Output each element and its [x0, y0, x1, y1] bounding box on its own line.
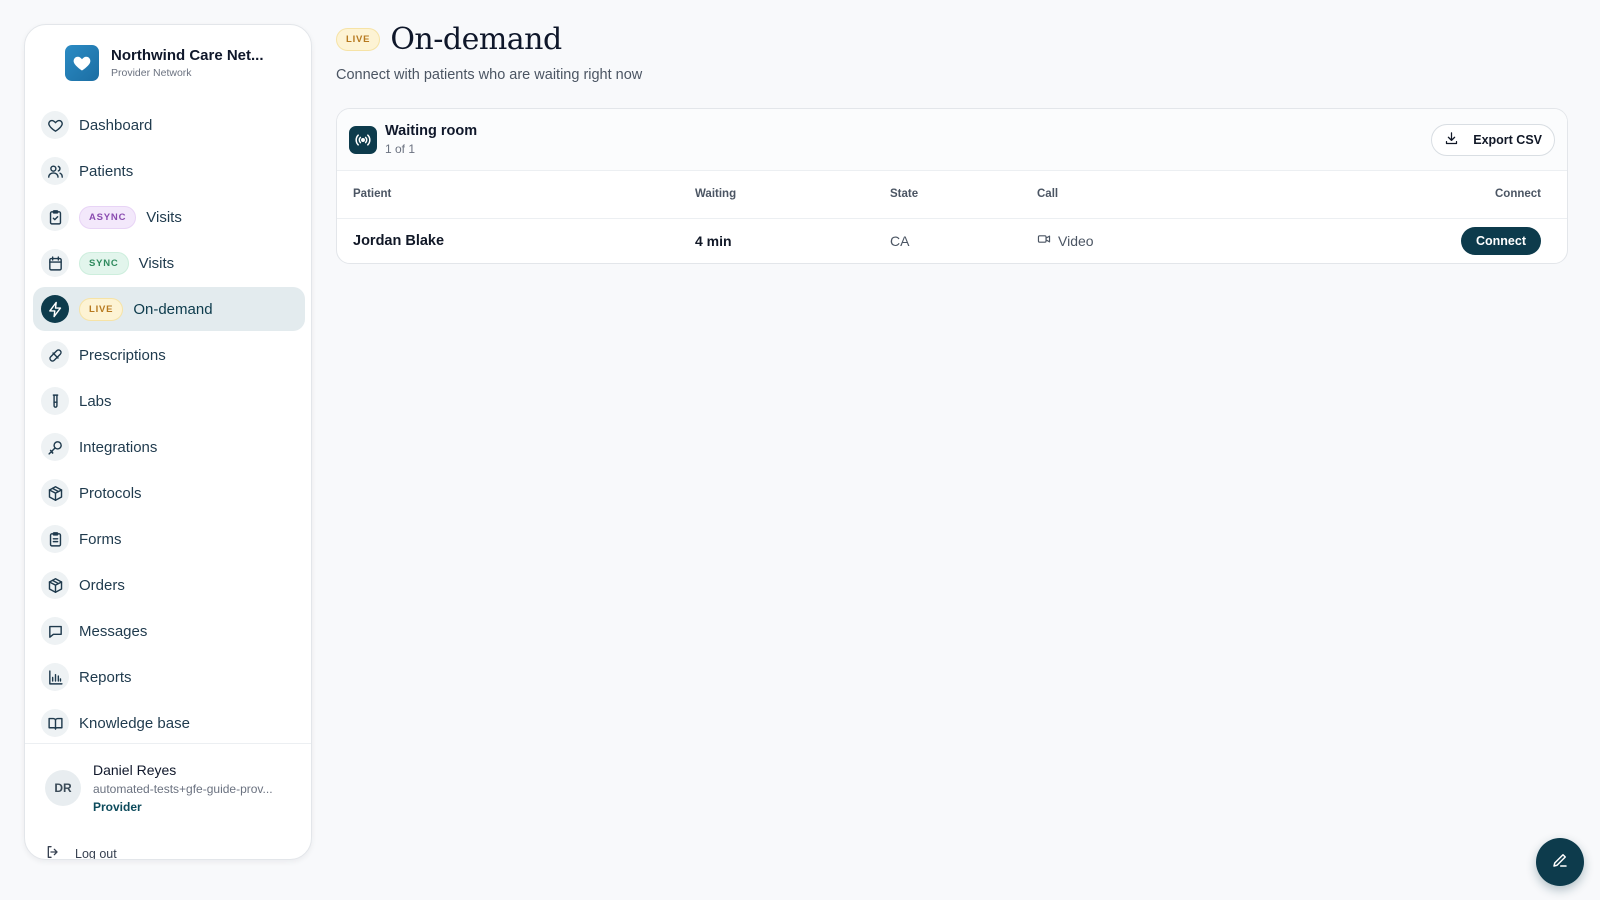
compose-fab-button[interactable] [1536, 838, 1584, 886]
pencil-icon [1551, 851, 1569, 874]
sidebar-item-label: Integrations [79, 438, 158, 456]
message-icon [41, 617, 69, 645]
brand-subtitle: Provider Network [111, 67, 192, 79]
brand-name: Northwind Care Net... [111, 47, 264, 64]
column-header-connect: Connect [1221, 171, 1567, 219]
export-csv-button[interactable]: Export CSV [1431, 124, 1555, 156]
call-type-label: Video [1058, 232, 1094, 249]
key-icon [41, 433, 69, 461]
column-header-call[interactable]: Call [1037, 171, 1222, 219]
waiting-room-header: Waiting room 1 of 1 Export CSV [337, 109, 1567, 171]
sidebar-item-async-visits[interactable]: ASYNC Visits [33, 195, 305, 239]
calendar-icon [41, 249, 69, 277]
package-icon [41, 479, 69, 507]
sidebar-item-integrations[interactable]: Integrations [33, 425, 305, 469]
sidebar-item-knowledge-base[interactable]: Knowledge base [33, 701, 305, 743]
sidebar-nav: Dashboard Patients ASYNC Visits SYNC Vis… [33, 103, 305, 743]
live-badge: LIVE [336, 28, 381, 51]
waiting-room-card: Waiting room 1 of 1 Export CSV Patient W… [336, 108, 1568, 264]
connect-button[interactable]: Connect [1461, 226, 1541, 255]
package-icon [41, 571, 69, 599]
sidebar: Northwind Care Net... Provider Network D… [24, 24, 312, 860]
page-title: On-demand [390, 22, 562, 57]
user-name: Daniel Reyes [93, 762, 177, 778]
sidebar-item-sync-visits[interactable]: SYNC Visits [33, 241, 305, 285]
sidebar-item-label: Orders [79, 576, 125, 594]
users-icon [41, 157, 69, 185]
test-tube-icon [41, 387, 69, 415]
sidebar-item-label: Messages [79, 622, 148, 640]
column-header-waiting[interactable]: Waiting [695, 171, 890, 219]
sidebar-item-label: Labs [79, 392, 112, 410]
waiting-room-count: 1 of 1 [385, 142, 416, 156]
logout-icon [45, 844, 61, 859]
sidebar-item-label: Reports [79, 668, 132, 686]
logout-label: Log out [75, 846, 117, 860]
column-header-patient[interactable]: Patient [337, 171, 695, 219]
sidebar-item-label: Prescriptions [79, 346, 166, 364]
sidebar-item-label: Visits [146, 208, 182, 226]
clipboard-check-icon [41, 203, 69, 231]
sidebar-item-reports[interactable]: Reports [33, 655, 305, 699]
export-csv-label: Export CSV [1473, 133, 1542, 147]
heart-icon [41, 111, 69, 139]
sidebar-item-patients[interactable]: Patients [33, 149, 305, 193]
patient-name: Jordan Blake [353, 232, 445, 249]
waiting-room-title: Waiting room [385, 123, 478, 139]
async-badge: ASYNC [79, 205, 137, 229]
brand[interactable]: Northwind Care Net... Provider Network [65, 45, 305, 81]
column-header-state[interactable]: State [890, 171, 1037, 219]
live-badge: LIVE [79, 297, 124, 321]
waiting-room-table: Patient Waiting State Call Connect Jorda… [337, 171, 1567, 263]
sync-badge: SYNC [79, 251, 129, 275]
logout-button[interactable]: Log out [45, 844, 117, 860]
sidebar-item-label: Visits [138, 254, 175, 272]
sidebar-item-label: On-demand [133, 300, 213, 318]
page-header: LIVE On-demand Connect with patients who… [336, 22, 642, 83]
sidebar-item-label: Forms [79, 530, 122, 548]
sidebar-item-label: Patients [79, 162, 134, 180]
pill-icon [41, 341, 69, 369]
call-type: Video [1037, 232, 1221, 249]
sidebar-item-on-demand[interactable]: LIVE On-demand [33, 287, 305, 331]
lightning-icon [41, 295, 69, 323]
sidebar-item-labs[interactable]: Labs [33, 379, 305, 423]
sidebar-footer: DR Daniel Reyes automated-tests+gfe-guid… [25, 743, 311, 859]
avatar: DR [45, 770, 81, 806]
sidebar-item-prescriptions[interactable]: Prescriptions [33, 333, 305, 377]
sidebar-item-label: Dashboard [79, 116, 153, 134]
sidebar-item-protocols[interactable]: Protocols [33, 471, 305, 515]
user-email: automated-tests+gfe-guide-prov... [93, 782, 273, 796]
sidebar-item-orders[interactable]: Orders [33, 563, 305, 607]
sidebar-item-label: Protocols [79, 484, 142, 502]
heart-logo-icon [65, 45, 99, 81]
sidebar-item-dashboard[interactable]: Dashboard [33, 103, 305, 147]
sidebar-item-forms[interactable]: Forms [33, 517, 305, 561]
user-profile[interactable]: DR Daniel Reyes automated-tests+gfe-guid… [45, 762, 293, 814]
download-icon [1444, 131, 1459, 149]
book-icon [41, 709, 69, 737]
page-subtitle: Connect with patients who are waiting ri… [336, 67, 643, 83]
bar-chart-icon [41, 663, 69, 691]
sidebar-item-messages[interactable]: Messages [33, 609, 305, 653]
broadcast-icon [349, 125, 377, 154]
video-icon [1037, 232, 1051, 249]
clipboard-list-icon [41, 525, 69, 553]
user-role: Provider [93, 800, 142, 814]
sidebar-item-label: Knowledge base [79, 714, 190, 732]
waiting-time: 4 min [695, 232, 732, 249]
patient-state: CA [890, 232, 910, 249]
table-row[interactable]: Jordan Blake 4 min CA Video Connect [337, 218, 1567, 263]
